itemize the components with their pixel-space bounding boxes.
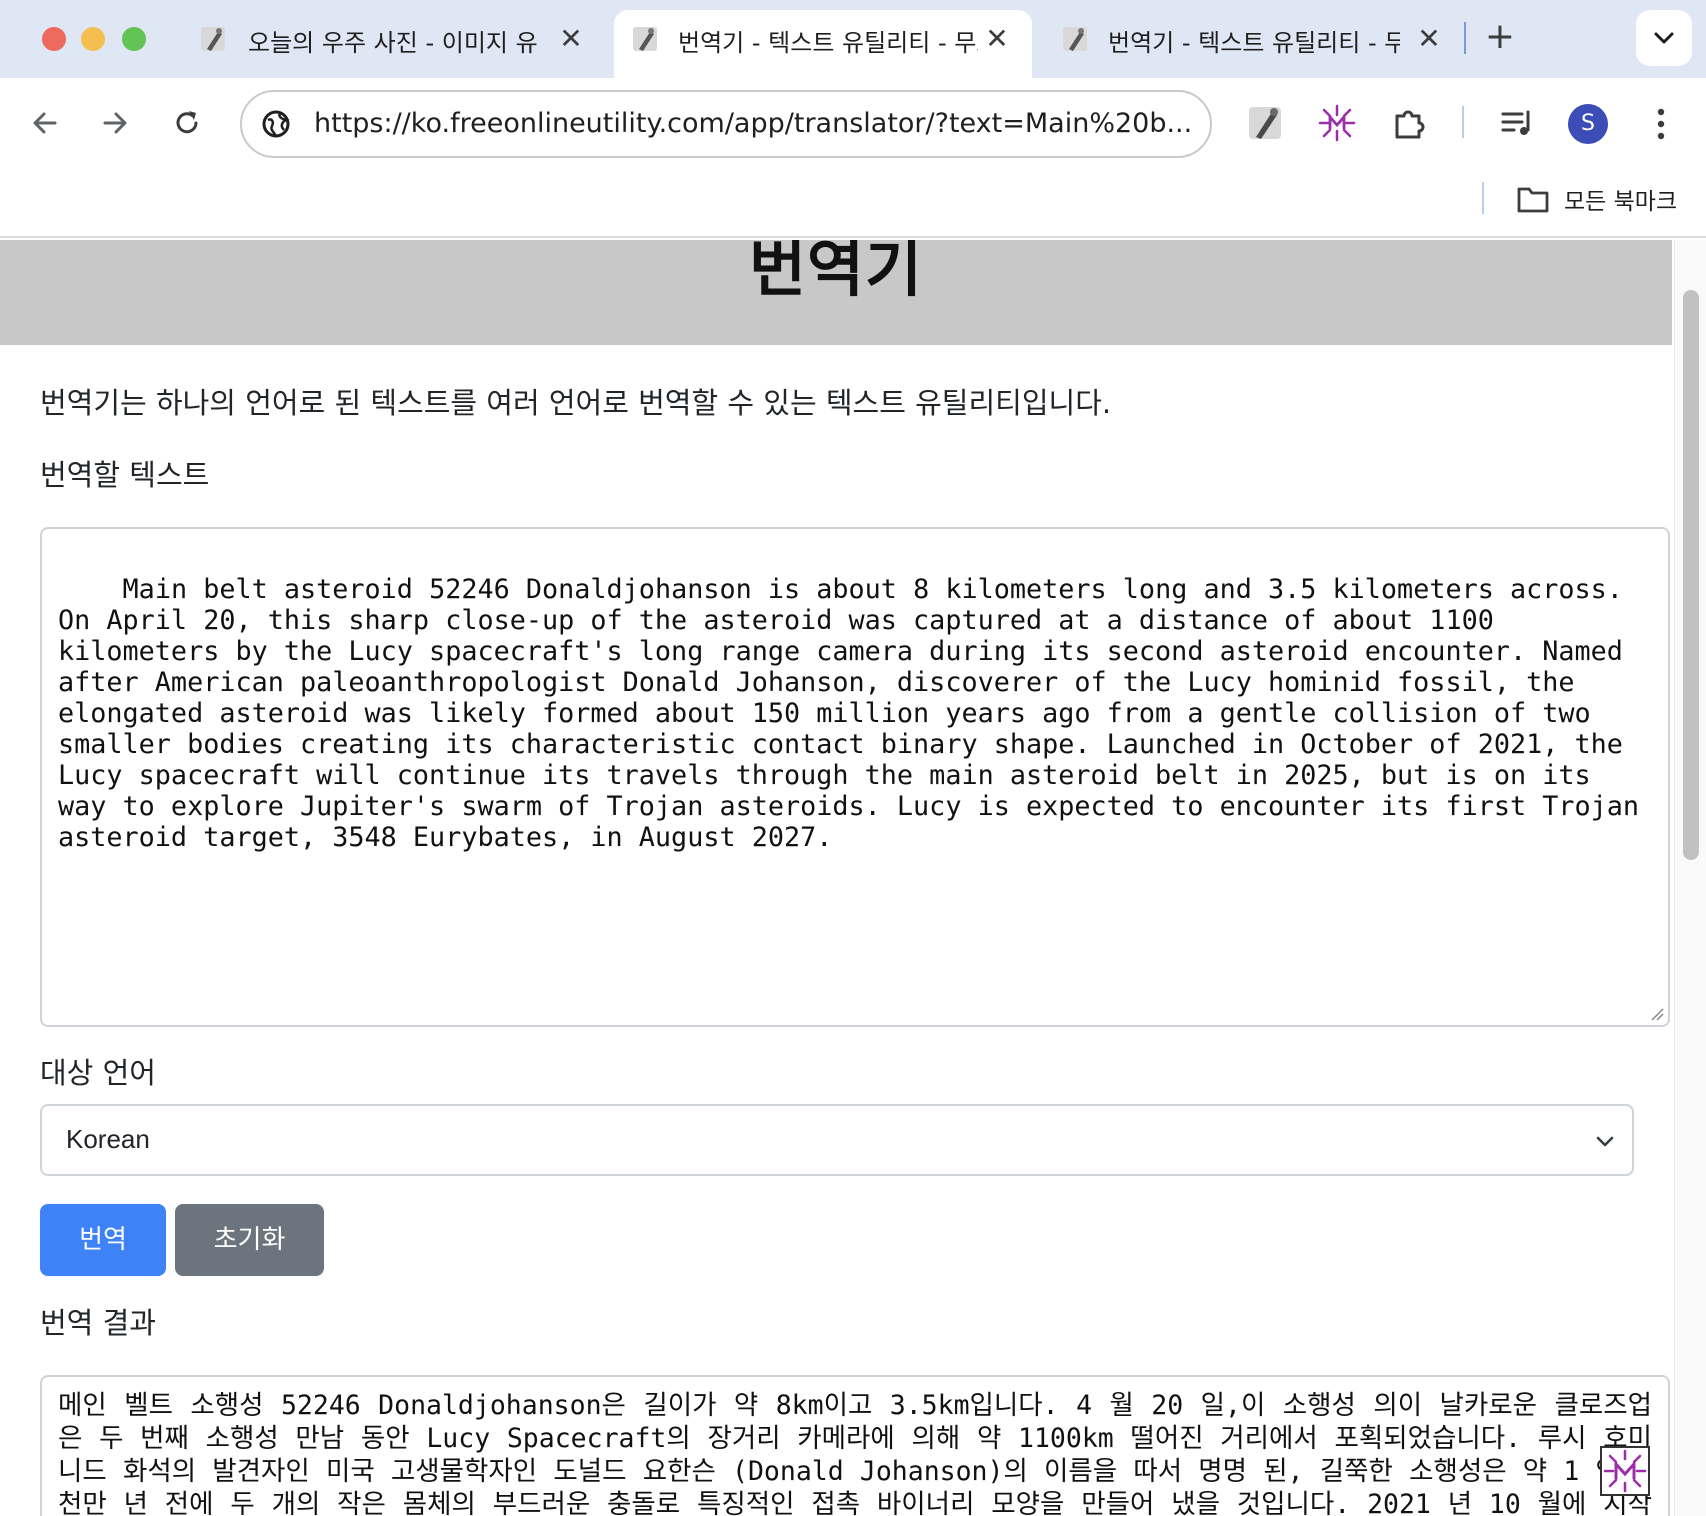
reset-button[interactable]: 초기화 [175,1204,324,1276]
window-minimize-button[interactable] [81,27,105,51]
bookmarks-divider [1482,182,1484,214]
page-viewport: 번역기 번역기는 하나의 언어로 된 텍스트를 여러 언어로 번역할 수 있는 … [0,240,1672,1516]
tab-apod[interactable]: 오늘의 우주 사진 - 이미지 유틸 ✕ [184,10,604,68]
extension-spark-icon[interactable] [1318,104,1356,142]
all-bookmarks-link[interactable]: 모든 북마크 [1564,182,1677,216]
translation-result[interactable]: 메인 벨트 소행성 52246 Donaldjohanson은 길이가 약 8k… [40,1375,1670,1516]
back-button[interactable] [22,100,68,146]
tab-divider [1464,22,1466,54]
tab-title: 오늘의 우주 사진 - 이미지 유틸 [248,29,538,57]
source-text-label: 번역할 텍스트 [40,458,210,492]
back-arrow-icon [33,112,57,134]
forward-button[interactable] [92,100,138,146]
url-text[interactable]: https://ko.freeonlineutility.com/app/tra… [314,108,1192,139]
result-label: 번역 결과 [40,1306,156,1340]
tab-title: 번역기 - 텍스트 유틸리티 - 무료 [1108,29,1400,57]
extension-tool-icon[interactable] [1246,104,1284,142]
source-text-input[interactable]: Main belt asteroid 52246 Donaldjohanson … [40,527,1670,1027]
tab-close-icon[interactable]: ✕ [980,22,1014,56]
address-bar[interactable]: https://ko.freeonlineutility.com/app/tra… [240,90,1212,158]
translate-button[interactable]: 번역 [40,1204,166,1276]
tab-translator-active[interactable]: 번역기 - 텍스트 유틸리티 - 무료 ✕ [614,10,1032,78]
window-zoom-button[interactable] [122,27,146,51]
chevron-down-icon [1596,1136,1614,1147]
chevron-down-icon [1654,32,1674,44]
floating-extension-button[interactable] [1600,1446,1650,1496]
scrollbar-thumb[interactable] [1683,290,1699,860]
tab-close-icon[interactable]: ✕ [554,22,588,56]
kebab-dots [1657,108,1665,140]
target-language-value: Korean [66,1124,150,1154]
profile-avatar[interactable]: S [1568,104,1608,144]
tool-favicon-icon [633,27,657,51]
site-info-icon[interactable] [260,108,292,140]
resize-handle-icon[interactable] [1648,1005,1664,1021]
tab-close-icon[interactable]: ✕ [1412,22,1446,56]
page-header: 번역기 [0,240,1672,345]
browser-toolbar: https://ko.freeonlineutility.com/app/tra… [0,78,1706,166]
tab-translator[interactable]: 번역기 - 텍스트 유틸리티 - 무료 ✕ [1044,10,1464,68]
toolbar-divider [1462,106,1464,138]
bookmarks-bar: 모든 북마크 [0,166,1706,238]
folder-icon[interactable] [1516,184,1550,214]
new-tab-button[interactable]: + [1480,18,1520,58]
tab-strip: 오늘의 우주 사진 - 이미지 유틸 ✕ 번역기 - 텍스트 유틸리티 - 무료… [0,0,1706,78]
extension-spark-icon [1603,1449,1647,1493]
forward-arrow-icon [103,112,127,134]
target-language-label: 대상 언어 [40,1056,156,1090]
target-language-select[interactable]: Korean [40,1104,1634,1176]
reload-icon [176,111,198,134]
page-title: 번역기 [748,240,924,305]
tool-favicon-icon [201,27,225,51]
reload-button[interactable] [164,100,210,146]
source-text-value[interactable]: Main belt asteroid 52246 Donaldjohanson … [58,574,1655,853]
page-description: 번역기는 하나의 언어로 된 텍스트를 여러 언어로 번역할 수 있는 텍스트 … [40,386,1112,420]
page-scrollbar[interactable] [1674,240,1706,1516]
window-close-button[interactable] [42,27,66,51]
kebab-menu-icon[interactable] [1644,104,1678,144]
tool-favicon-icon [1063,27,1087,51]
reading-list-icon[interactable] [1498,104,1536,142]
tab-title: 번역기 - 텍스트 유틸리티 - 무료 [678,29,978,57]
tab-search-button[interactable] [1636,10,1692,66]
extensions-puzzle-icon[interactable] [1390,104,1428,142]
